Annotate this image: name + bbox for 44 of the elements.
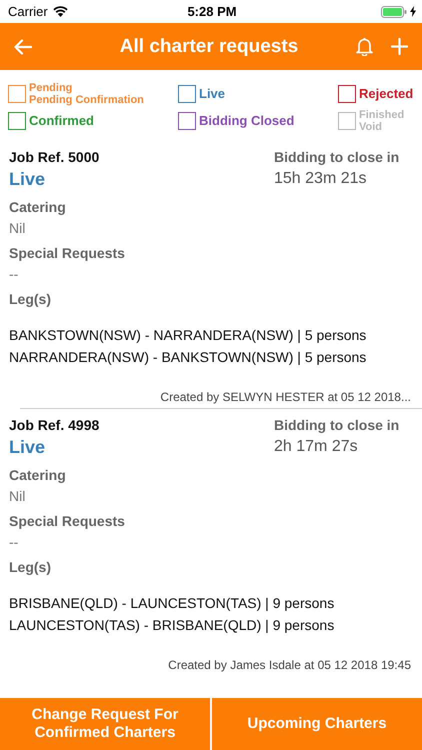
plus-icon — [391, 38, 408, 55]
legend-label: Rejected — [359, 88, 414, 100]
countdown-time: 15h 23m 21s — [274, 170, 368, 188]
legend-label: Bidding Closed — [199, 115, 294, 127]
legs-label: Leg(s) — [9, 291, 52, 307]
special-requests-value: -- — [9, 266, 20, 282]
bell-icon — [356, 37, 373, 56]
battery-icon — [381, 6, 408, 18]
charging-icon — [410, 6, 416, 17]
countdown-label: Bidding to close in — [274, 417, 400, 433]
countdown-time: 2h 17m 27s — [274, 438, 359, 456]
special-requests-value: -- — [9, 534, 20, 550]
countdown-label: Bidding to close in — [274, 149, 400, 165]
notifications-button[interactable] — [356, 37, 373, 56]
job-reference: Job Ref. 5000 — [9, 149, 100, 165]
add-button[interactable] — [391, 38, 408, 55]
leg-route: NARRANDERA(NSW) - BANKSTOWN(NSW) | 5 persons — [9, 348, 368, 367]
legend-label: Pending Pending Confirmation — [29, 82, 144, 106]
catering-value: Nil — [9, 488, 26, 504]
back-arrow-icon — [14, 38, 32, 54]
wifi-icon — [52, 6, 68, 17]
catering-label: Catering — [9, 199, 67, 215]
special-requests-label: Special Requests — [9, 245, 126, 261]
bottom-action-button[interactable]: Upcoming Charters — [212, 698, 422, 750]
catering-label: Catering — [9, 467, 67, 483]
leg-route: LAUNCESTON(TAS) - BRISBANE(QLD) | 9 persons — [9, 616, 336, 635]
created-by-text: Created by James Isdale at 05 12 2018 19:45 — [167, 658, 412, 672]
legend-label: Confirmed — [29, 115, 94, 127]
job-reference: Job Ref. 4998 — [9, 417, 100, 433]
catering-value: Nil — [9, 220, 26, 236]
created-by-text: Created by SELWYN HESTER at 05 12 2018... — [159, 390, 412, 404]
back-button[interactable] — [14, 38, 32, 54]
legs-label: Leg(s) — [9, 559, 52, 575]
leg-route: BANKSTOWN(NSW) - NARRANDERA(NSW) | 5 persons — [9, 326, 368, 345]
legend-label: Live — [199, 88, 226, 100]
bottom-action-button[interactable]: Change Request For Confirmed Charters — [0, 698, 210, 750]
clock-time: 5:28 PM — [187, 4, 237, 19]
carrier-label: Carrier — [8, 4, 48, 19]
legend-label: Finished Void — [359, 109, 404, 133]
request-status: Live — [9, 437, 46, 458]
leg-route: BRISBANE(QLD) - LAUNCESTON(TAS) | 9 persons — [9, 594, 336, 613]
page-title: All charter requests — [118, 36, 300, 58]
special-requests-label: Special Requests — [9, 513, 126, 529]
request-status: Live — [9, 169, 46, 190]
